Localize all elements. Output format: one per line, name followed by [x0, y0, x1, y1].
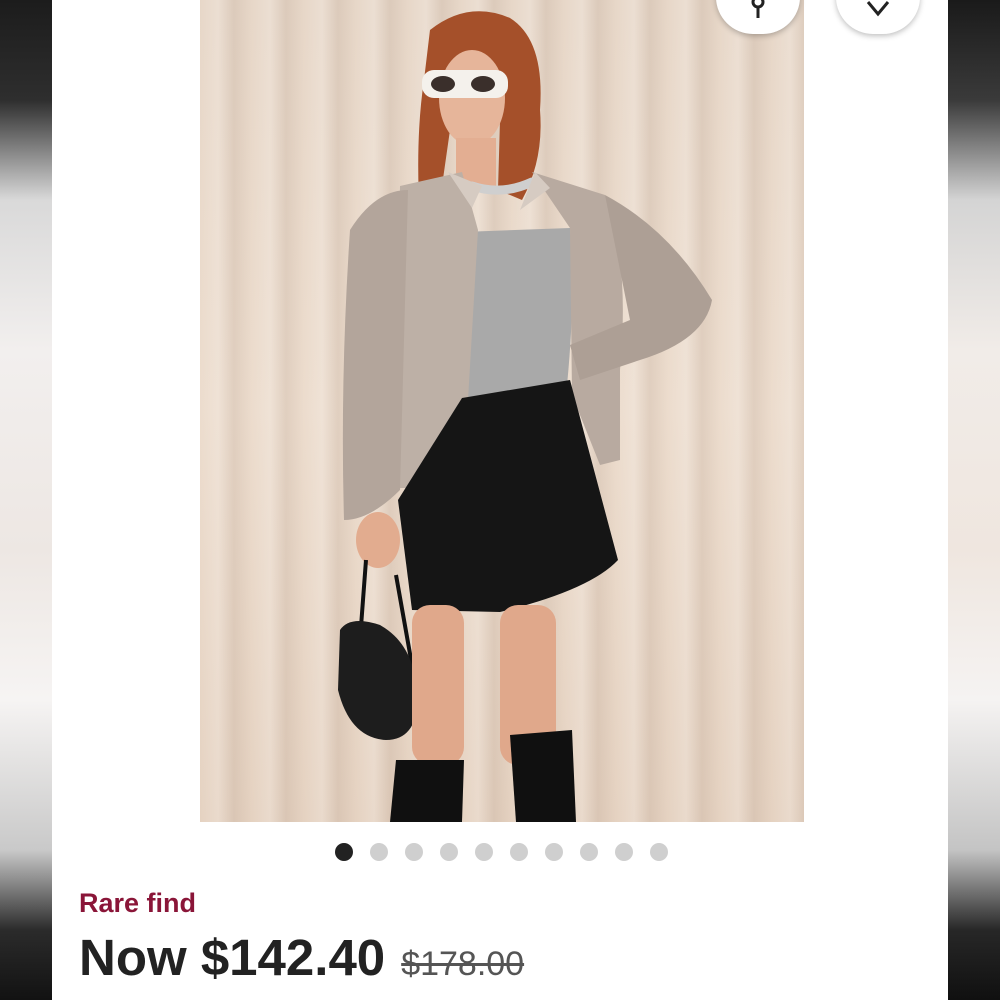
rare-find-badge: Rare find [79, 888, 197, 918]
carousel-dot[interactable] [580, 843, 598, 861]
carousel-dots [335, 843, 668, 861]
background-blur-right [948, 0, 1000, 1000]
price-row: Now $142.40 $178.00 [79, 928, 524, 987]
favorite-button[interactable] [836, 0, 920, 34]
sale-price: Now $142.40 [79, 929, 386, 986]
listing-card: Rare find Now $142.40 $178.00 [52, 0, 948, 1000]
heart-icon [866, 1, 890, 17]
original-price: $178.00 [401, 945, 525, 983]
carousel-dot[interactable] [650, 843, 668, 861]
carousel-dot[interactable] [475, 843, 493, 861]
carousel-dot[interactable] [510, 843, 528, 861]
carousel-dot[interactable] [615, 843, 633, 861]
carousel-dot[interactable] [405, 843, 423, 861]
carousel-dot[interactable] [440, 843, 458, 861]
carousel-dot[interactable] [335, 843, 353, 861]
carousel-dot[interactable] [370, 843, 388, 861]
carousel-dot[interactable] [545, 843, 563, 861]
model-illustration [338, 11, 712, 822]
product-image[interactable] [200, 0, 804, 822]
share-icon [751, 0, 765, 18]
background-blur-left [0, 0, 52, 1000]
